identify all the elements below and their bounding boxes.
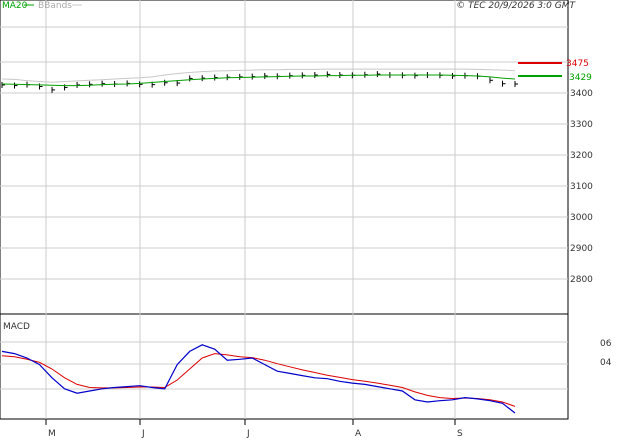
price-tick-label: 2800: [570, 275, 593, 285]
month-tick-label: J: [141, 429, 145, 439]
month-tick-label: M: [48, 429, 56, 439]
price-tick-label: 2900: [570, 244, 593, 254]
bbands-legend-label: BBands: [38, 1, 72, 11]
chart-frames: [0, 0, 569, 420]
month-tick-label: A: [355, 429, 362, 439]
ma-value-label: 3475: [566, 59, 589, 69]
price-panel-frame: [0, 0, 569, 315]
price-gridlines: [0, 0, 568, 314]
ma20-line: [1, 74, 516, 87]
price-tick-label: 3100: [570, 182, 593, 192]
price-tick-label: 3400: [570, 89, 593, 99]
macd-tick-label: 06: [600, 339, 612, 349]
macd-panel-frame: [0, 313, 569, 420]
bbands-line: [1, 68, 516, 83]
ma20-series: [1, 74, 516, 87]
macd-tick-labels: 06 04: [600, 339, 612, 368]
macd-series: [1, 344, 516, 414]
price-tick-label: 3000: [570, 213, 593, 223]
price-tick-labels: 3400 3300 3200 3100 3000 2900 2800: [570, 89, 593, 285]
chart-canvas: 3400330032003100300029002800 0604 MJJAS …: [0, 0, 612, 439]
ma-legend-label: MA20: [2, 1, 28, 11]
last-close-label: 3429: [569, 73, 592, 83]
price-tick-label: 3200: [570, 151, 593, 161]
month-tick-labels: MJJAS: [45, 419, 463, 439]
bbands-series: [1, 68, 516, 83]
macd-tick-label: 04: [600, 358, 612, 368]
macd-gridlines: [0, 314, 568, 419]
copyright-text: © TEC 20/9/2026 3:0 GMT: [456, 1, 576, 11]
month-tick-label: J: [246, 429, 250, 439]
macd-line: [1, 344, 516, 414]
price-series: [1, 71, 518, 93]
macd-panel-label: MACD: [3, 322, 30, 332]
month-tick-label: S: [457, 429, 463, 439]
price-tick-label: 3300: [570, 120, 593, 130]
